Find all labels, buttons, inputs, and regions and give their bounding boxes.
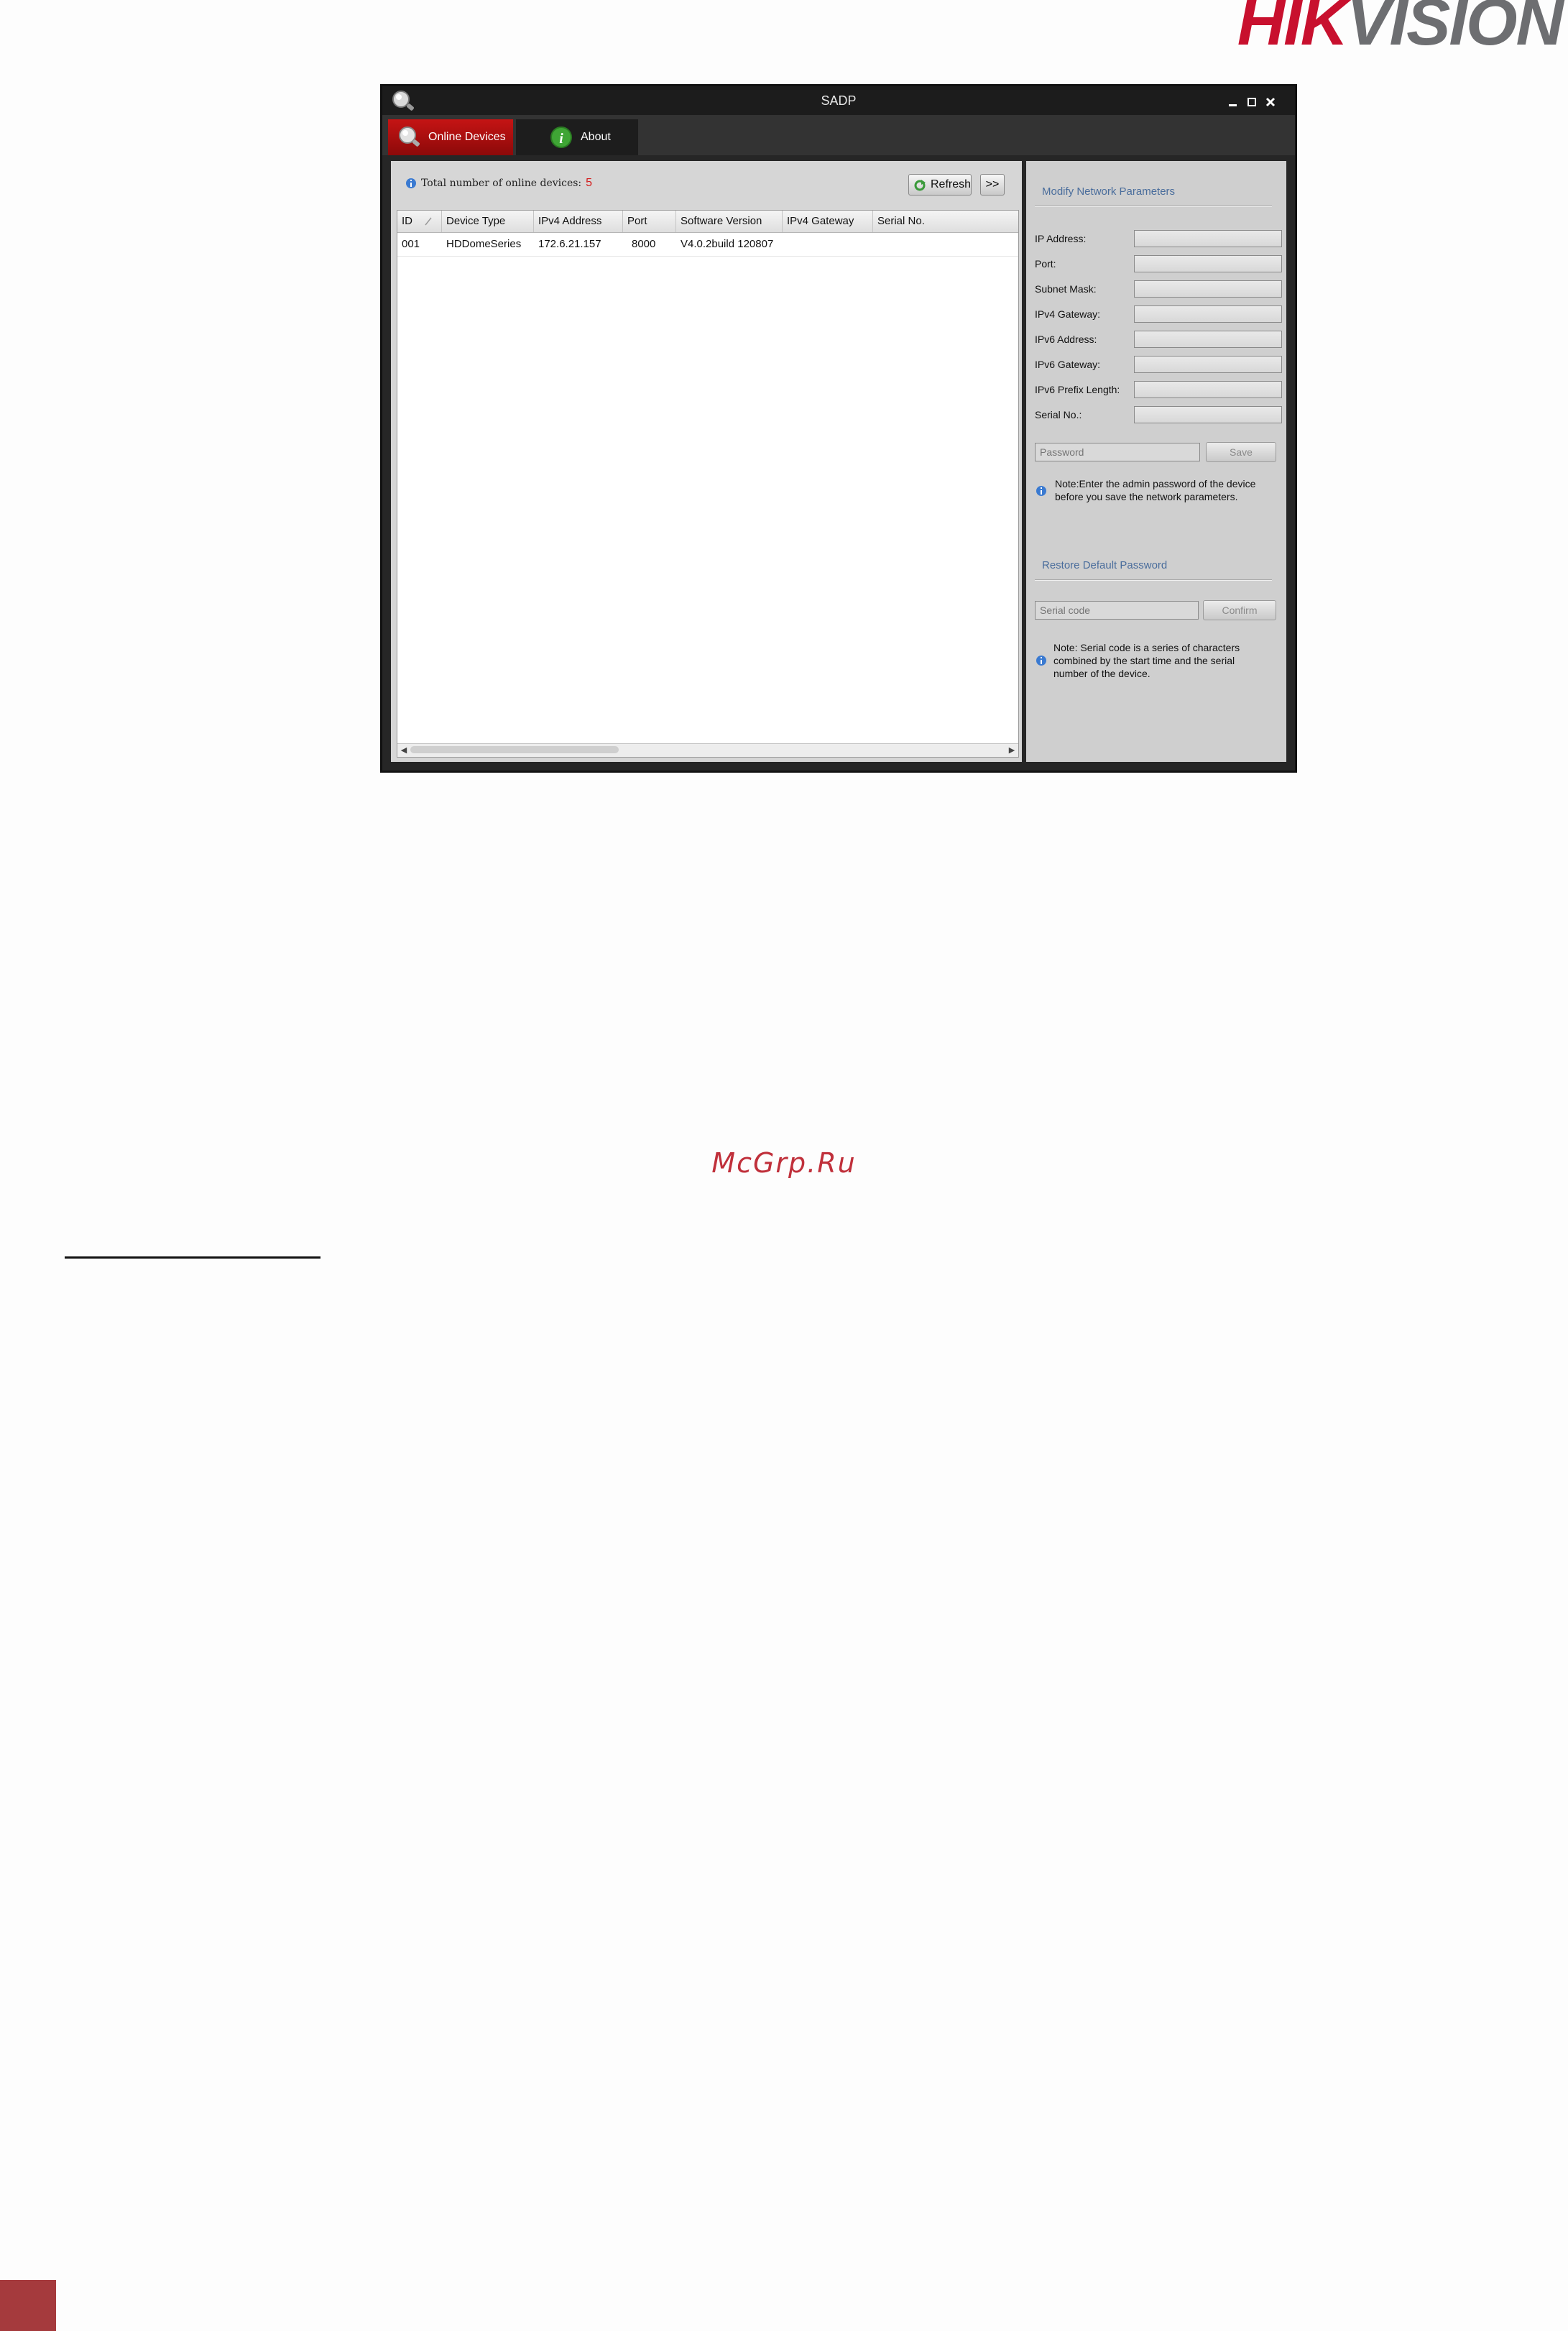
password-input[interactable]: [1035, 443, 1200, 461]
refresh-icon: [914, 180, 926, 191]
ipv6-gateway-field[interactable]: [1134, 356, 1282, 373]
summary-info-icon: [406, 178, 416, 188]
cell-software-version: V4.0.2build 120807: [681, 238, 774, 250]
cell-ipv4-address: 172.6.21.157: [538, 238, 601, 250]
port-field[interactable]: [1134, 255, 1282, 272]
password-note-line2: before you save the network parameters.: [1055, 491, 1238, 502]
note-info-icon: [1036, 486, 1046, 496]
total-devices-count: 5: [586, 177, 593, 189]
minimize-icon: [1229, 104, 1237, 106]
logo-hik: HIK: [1237, 0, 1348, 59]
maximize-icon: [1248, 98, 1256, 106]
ipv6-address-field[interactable]: [1134, 331, 1282, 348]
info-icon: i: [550, 127, 572, 148]
total-devices-label: Total number of online devices:: [421, 178, 582, 189]
restore-separator: [1035, 579, 1272, 581]
ipv6-prefix-length-label: IPv6 Prefix Length:: [1035, 384, 1120, 395]
serial-note-line3: number of the device.: [1053, 668, 1150, 679]
refresh-label: Refresh: [931, 178, 972, 190]
svg-text:i: i: [559, 131, 563, 147]
serial-note-info-icon: [1036, 656, 1046, 666]
column-id[interactable]: ID: [397, 211, 442, 232]
total-devices-summary: Total number of online devices: 5: [405, 177, 592, 190]
window-title: SADP: [821, 93, 857, 108]
serial-no-label: Serial No.:: [1035, 409, 1082, 420]
subnet-mask-label: Subnet Mask:: [1035, 283, 1097, 295]
cell-serial-no: [873, 233, 1020, 256]
column-software-version[interactable]: Software Version: [676, 211, 783, 232]
table-row[interactable]: 001 HDDomeSeries 172.6.21.157 8000 V4.0.…: [397, 233, 1018, 257]
ip-address-field[interactable]: [1134, 230, 1282, 247]
refresh-button[interactable]: Refresh: [908, 174, 972, 196]
table-header: ID Device Type IPv4 Address Port Softwar…: [397, 211, 1018, 233]
tab-online-devices-label: Online Devices: [428, 131, 506, 143]
device-table: ID Device Type IPv4 Address Port Softwar…: [397, 210, 1019, 758]
column-device-type[interactable]: Device Type: [442, 211, 534, 232]
hikvision-logo: HIKVISION: [1237, 0, 1564, 55]
serial-no-field[interactable]: [1134, 406, 1282, 423]
cell-ipv4-gateway: [783, 233, 873, 256]
column-port[interactable]: Port: [623, 211, 676, 232]
ipv6-prefix-length-field[interactable]: [1134, 381, 1282, 398]
title-bar: SADP: [382, 86, 1295, 115]
ipv4-gateway-label: IPv4 Gateway:: [1035, 308, 1101, 320]
online-devices-pane: Total number of online devices: 5 Refresh…: [391, 161, 1022, 762]
minimize-button[interactable]: [1226, 95, 1240, 109]
scroll-right-icon[interactable]: ▶: [1005, 744, 1018, 757]
close-icon: [1265, 97, 1276, 107]
modify-separator: [1035, 206, 1272, 207]
password-note: Note:Enter the admin password of the dev…: [1055, 477, 1255, 503]
watermark: McGrp.Ru: [711, 1147, 857, 1179]
column-ipv4-gateway[interactable]: IPv4 Gateway: [783, 211, 873, 232]
parameters-pane: Modify Network Parameters IP Address: Po…: [1026, 161, 1286, 762]
maximize-button[interactable]: [1245, 95, 1259, 109]
column-ipv4-address[interactable]: IPv4 Address: [534, 211, 623, 232]
save-button[interactable]: Save: [1206, 442, 1276, 462]
ipv6-gateway-label: IPv6 Gateway:: [1035, 359, 1101, 370]
sort-icon: [425, 217, 432, 226]
restore-password-title: Restore Default Password: [1042, 559, 1168, 571]
logo-vision: VISION: [1347, 0, 1564, 59]
close-button[interactable]: [1263, 95, 1278, 109]
cell-port: 8000: [632, 238, 656, 250]
tab-online-devices[interactable]: Online Devices: [388, 119, 513, 155]
page-corner-mark: [0, 2280, 56, 2331]
confirm-button[interactable]: Confirm: [1203, 600, 1276, 620]
serial-note-line1: Note: Serial code is a series of charact…: [1053, 642, 1240, 653]
horizontal-scrollbar[interactable]: ◀ ▶: [397, 743, 1018, 757]
serial-note-line2: combined by the start time and the seria…: [1053, 655, 1235, 666]
footnote-rule: [65, 1256, 320, 1259]
column-id-label: ID: [402, 215, 412, 227]
scrollbar-thumb[interactable]: [410, 746, 619, 753]
serial-note: Note: Serial code is a series of charact…: [1053, 641, 1240, 680]
column-serial-no[interactable]: Serial No.: [873, 211, 1020, 232]
ipv4-gateway-field[interactable]: [1134, 305, 1282, 323]
cell-device-type: HDDomeSeries: [446, 238, 522, 250]
port-label: Port:: [1035, 258, 1056, 270]
scroll-left-icon[interactable]: ◀: [397, 744, 410, 757]
cell-id: 001: [402, 238, 420, 250]
serial-code-input[interactable]: [1035, 601, 1199, 620]
expand-button[interactable]: >>: [980, 174, 1005, 196]
tab-about[interactable]: i About: [516, 119, 638, 155]
password-note-line1: Note:Enter the admin password of the dev…: [1055, 478, 1256, 489]
subnet-mask-field[interactable]: [1134, 280, 1282, 298]
tab-bar: Online Devices i About: [382, 115, 1295, 155]
sadp-window: SADP Online Devices i About Total number…: [382, 86, 1295, 771]
tab-about-label: About: [581, 131, 611, 143]
ipv6-address-label: IPv6 Address:: [1035, 334, 1097, 345]
ip-address-label: IP Address:: [1035, 233, 1087, 244]
online-devices-icon: [399, 127, 420, 147]
modify-network-title: Modify Network Parameters: [1042, 185, 1176, 198]
